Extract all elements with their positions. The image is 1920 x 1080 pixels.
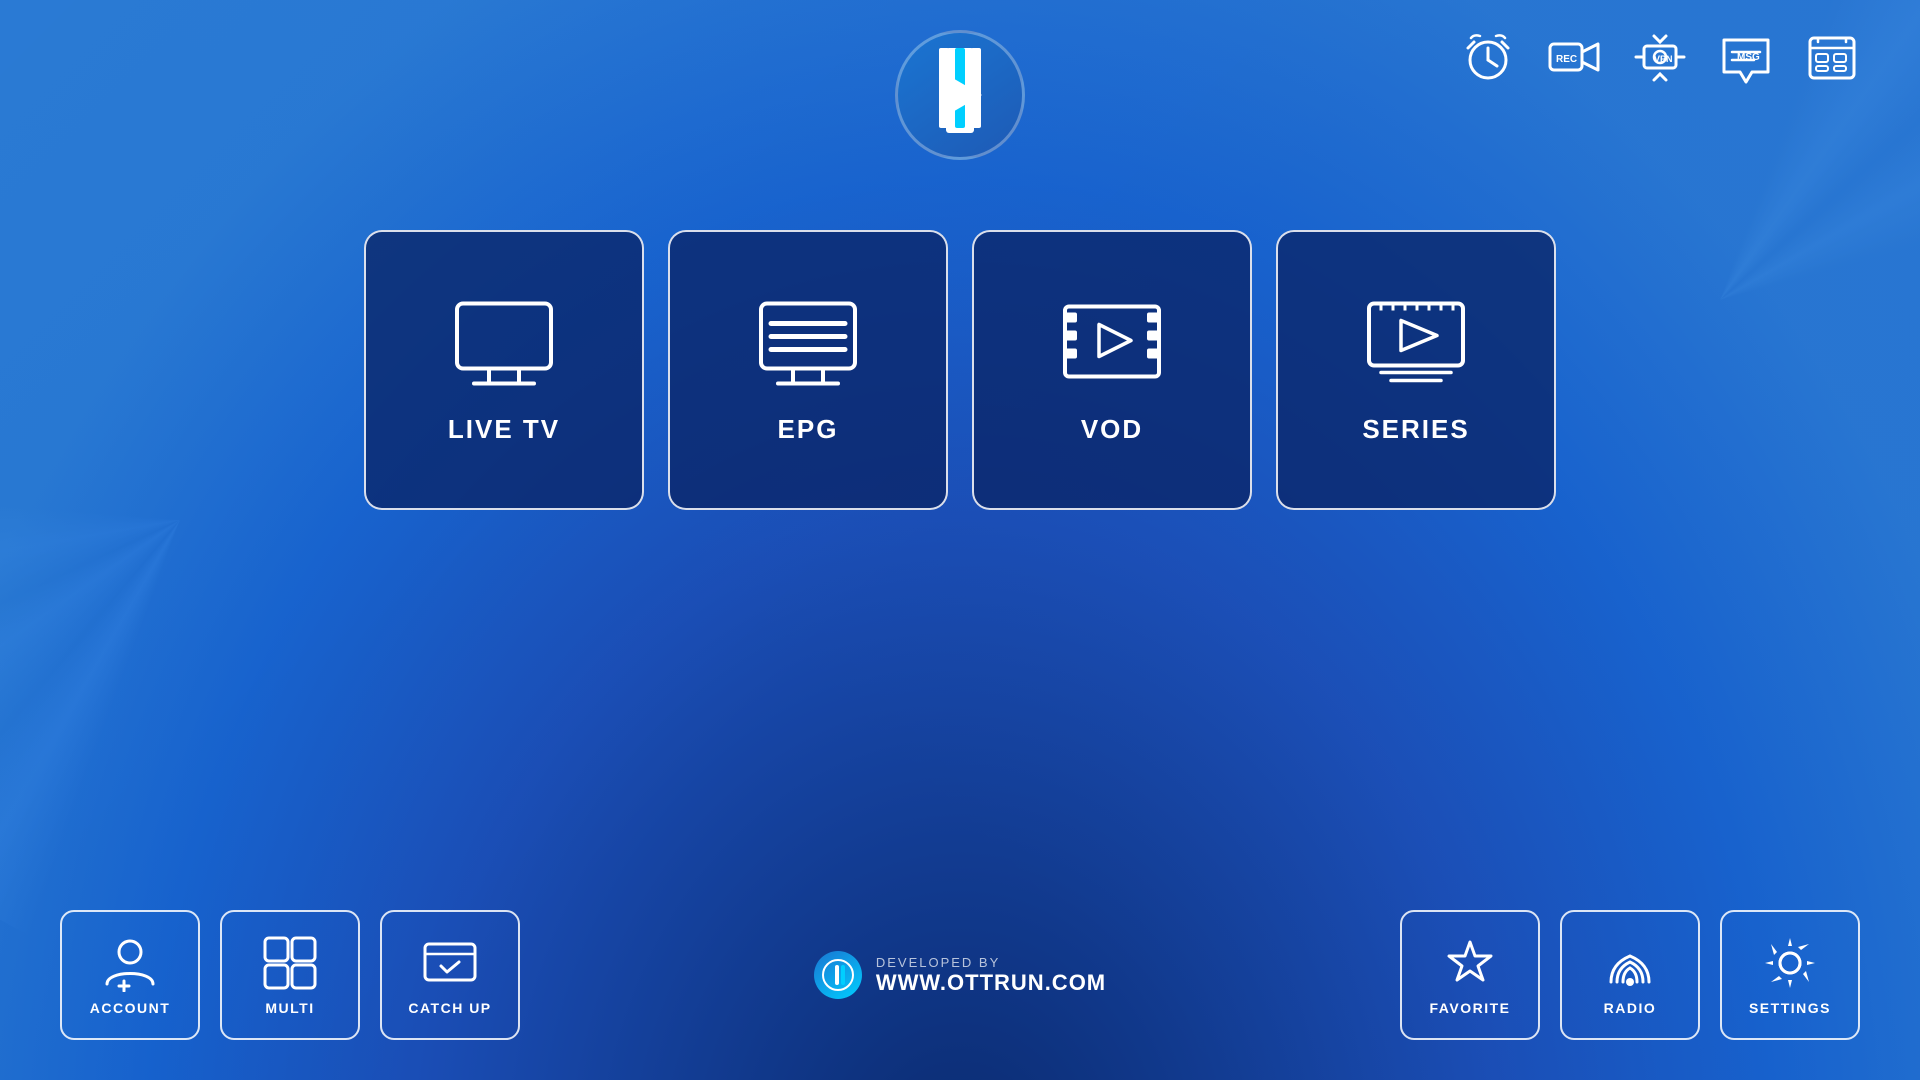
account-label: ACCOUNT [90,1000,171,1016]
radio-button[interactable]: RADIO [1560,910,1700,1040]
settings-label: SETTINGS [1749,1000,1831,1016]
live-tv-label: LIVE TV [448,414,560,445]
epg-button[interactable]: EPG [668,230,948,510]
account-button[interactable]: ACCOUNT [60,910,200,1040]
catchup-button[interactable]: CATCH UP [380,910,520,1040]
multi-label: MULTI [265,1000,314,1016]
radio-label: RADIO [1604,1000,1657,1016]
footer-brand: DEVELOPED BY WWW.OTTRUN.COM [814,951,1106,999]
top-right-icons: REC VPN [1460,30,1860,86]
favorite-label: FAVORITE [1430,1000,1511,1016]
svg-text:VPN: VPN [1654,54,1673,64]
svg-text:MSG: MSG [1737,52,1760,63]
app-logo[interactable] [895,30,1025,160]
bottom-left-icons: ACCOUNT MULTI CATCH UP [60,910,520,1040]
live-tv-button[interactable]: LIVE TV [364,230,644,510]
website-label: WWW.OTTRUN.COM [876,970,1106,996]
multi-button[interactable]: MULTI [220,910,360,1040]
footer-logo [814,951,862,999]
vod-button[interactable]: VOD [972,230,1252,510]
catchup-label: CATCH UP [408,1000,491,1016]
series-button[interactable]: SERIES [1276,230,1556,510]
favorite-button[interactable]: FAVORITE [1400,910,1540,1040]
settings-button[interactable]: SETTINGS [1720,910,1860,1040]
bottom-right-icons: FAVORITE RADIO [1400,910,1860,1040]
msg-icon-button[interactable]: MSG [1718,30,1774,86]
update-icon-button[interactable] [1804,30,1860,86]
header: REC VPN [0,0,1920,160]
main-menu: LIVE TV EPG [364,230,1556,510]
vpn-icon-button[interactable]: VPN [1632,30,1688,86]
alarm-icon-button[interactable] [1460,30,1516,86]
footer-text: DEVELOPED BY WWW.OTTRUN.COM [876,955,1106,996]
bottom-bar: ACCOUNT MULTI CATCH UP [0,910,1920,1040]
epg-label: EPG [778,414,839,445]
developed-by-label: DEVELOPED BY [876,955,1106,970]
rec-icon-button[interactable]: REC [1546,30,1602,86]
svg-text:REC: REC [1556,54,1577,65]
vod-label: VOD [1081,414,1143,445]
series-label: SERIES [1362,414,1469,445]
